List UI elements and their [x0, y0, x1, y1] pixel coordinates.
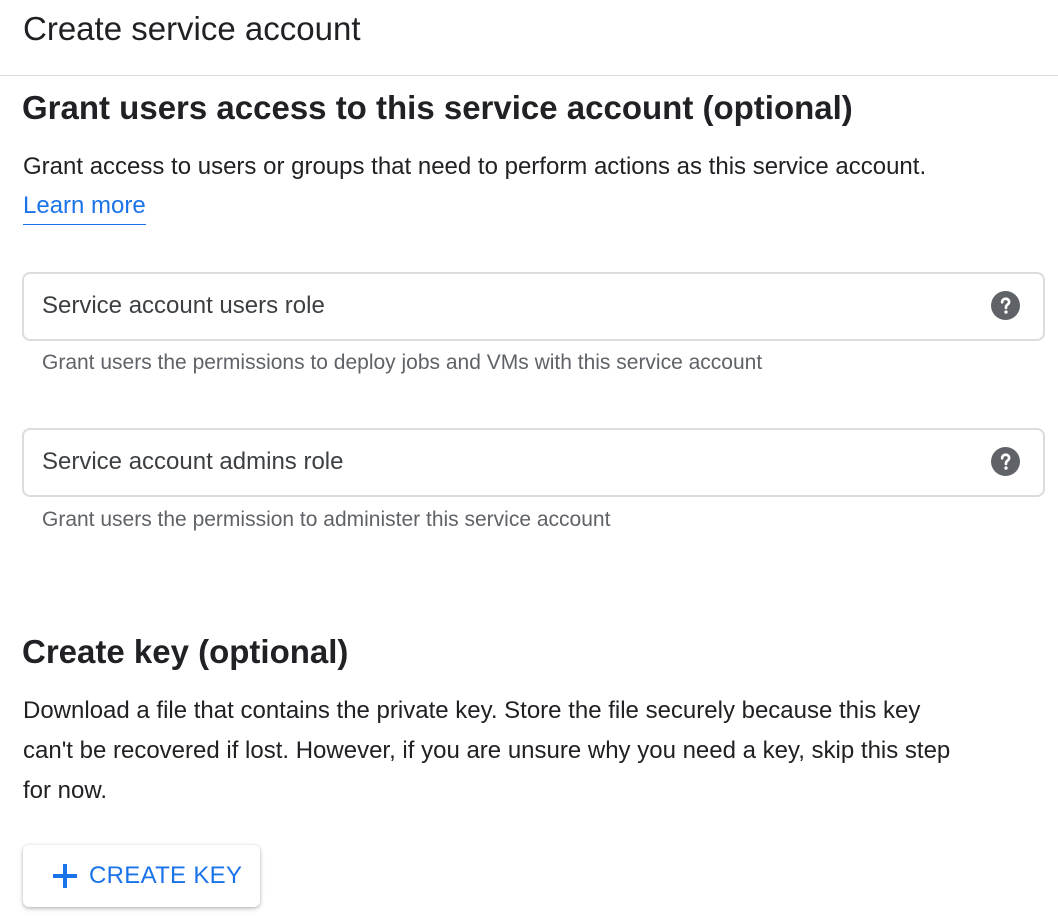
service-account-users-role-helper: Grant users the permissions to deploy jo… — [42, 351, 763, 374]
service-account-admins-role-label: Service account admins role — [42, 448, 344, 475]
create-key-button[interactable]: CREATE KEY — [23, 845, 260, 907]
create-key-section-title: Create key (optional) — [22, 633, 349, 670]
service-account-users-role-field[interactable]: Service account users role — [22, 272, 1045, 341]
help-icon[interactable] — [991, 291, 1020, 320]
create-key-description-line-2: can't be recovered if lost. However, if … — [23, 737, 951, 764]
help-icon[interactable] — [991, 447, 1020, 476]
grant-access-description: Grant access to users or groups that nee… — [23, 153, 927, 180]
grant-access-section-title: Grant users access to this service accou… — [22, 89, 853, 126]
service-account-admins-role-field[interactable]: Service account admins role — [22, 428, 1045, 497]
page-header: Create service account — [0, 0, 1058, 76]
plus-icon — [53, 864, 77, 888]
learn-more-link[interactable]: Learn more — [23, 188, 146, 225]
service-account-admins-role-helper: Grant users the permission to administer… — [42, 508, 611, 531]
page-title: Create service account — [23, 10, 361, 47]
create-key-description-line-3: for now. — [23, 777, 108, 804]
service-account-users-role-label: Service account users role — [42, 292, 325, 319]
create-key-button-label: CREATE KEY — [89, 862, 243, 889]
create-key-description-line-1: Download a file that contains the privat… — [23, 697, 921, 724]
